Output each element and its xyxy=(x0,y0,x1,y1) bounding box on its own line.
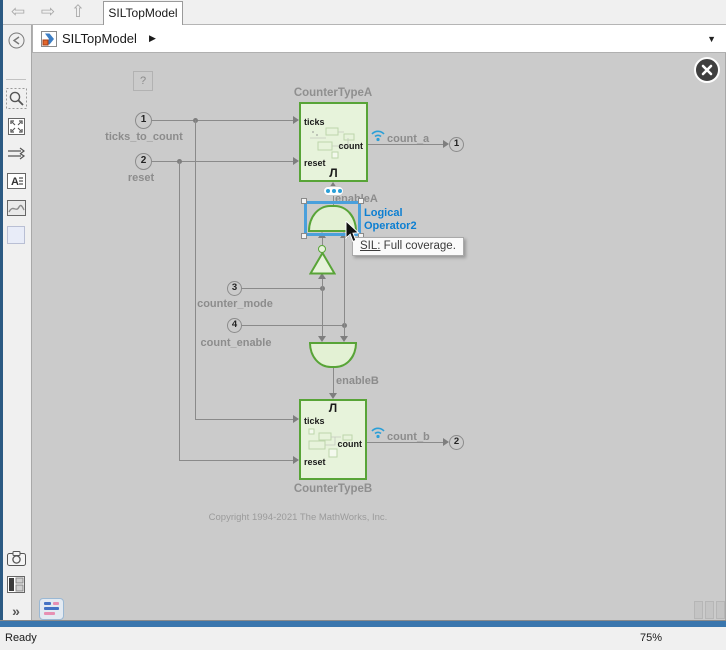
wire-mode-to-gate[interactable] xyxy=(322,288,323,336)
wire-reset-to-a[interactable] xyxy=(151,161,293,162)
dock-edge xyxy=(0,0,3,627)
breadcrumb-caret-icon[interactable]: ▶ xyxy=(149,33,156,44)
forward-icon[interactable]: ⇨ xyxy=(36,0,60,24)
model-browser-icon[interactable] xyxy=(5,573,27,595)
logical-operator2-label[interactable]: Logical Operator2 xyxy=(364,207,417,233)
wire-to-not[interactable] xyxy=(322,279,323,288)
wire-enable-to-op[interactable] xyxy=(344,238,345,325)
wire-counter-mode[interactable] xyxy=(241,288,322,289)
selection-handle[interactable] xyxy=(301,198,307,204)
status-bar: Ready 75% xyxy=(0,627,726,650)
inport-2[interactable]: 2 xyxy=(135,153,152,170)
wire-enable-to-gate[interactable] xyxy=(344,325,345,336)
zoom-tool-icon[interactable] xyxy=(5,87,27,109)
label-count-b: count_b xyxy=(387,431,430,443)
coverage-tooltip: SIL: Full coverage. xyxy=(352,237,464,256)
coverage-report-badge[interactable] xyxy=(39,598,64,620)
counter-a-title: CounterTypeA xyxy=(293,87,373,99)
window-accent-bar xyxy=(0,620,726,627)
zoom-level[interactable]: 75% xyxy=(640,632,662,644)
block-counter-type-a[interactable]: ticks reset count Л xyxy=(299,102,368,182)
breadcrumb-dropdown-icon[interactable]: ▼ xyxy=(707,34,716,44)
inport-4[interactable]: 4 xyxy=(227,318,242,333)
counter-b-title: CounterTypeB xyxy=(293,483,373,495)
label-enable-b: enableB xyxy=(336,375,379,387)
inport-1[interactable]: 1 xyxy=(135,112,152,129)
enable-port-symbol: Л xyxy=(328,401,338,415)
svg-text:A: A xyxy=(11,176,19,188)
breadcrumb-model-name[interactable]: SILTopModel xyxy=(62,31,137,46)
area-box-icon[interactable] xyxy=(5,224,27,246)
ellipsis-badge[interactable] xyxy=(323,186,344,196)
block-logical-operator[interactable] xyxy=(309,342,357,368)
port-label-ticks: ticks xyxy=(304,416,325,426)
wire-ticks-branch[interactable] xyxy=(195,120,196,419)
toolbar-separator xyxy=(6,79,26,80)
enable-port-symbol: Л xyxy=(329,166,338,180)
tab-bar: ⇦ ⇨ ⇧ SILTopModel xyxy=(0,0,726,25)
tooltip-text: Full coverage. xyxy=(380,240,456,252)
back-icon[interactable]: ⇦ xyxy=(6,0,30,24)
tab-siltopmodel[interactable]: SILTopModel xyxy=(103,1,183,25)
selection-handle[interactable] xyxy=(301,233,307,239)
close-icon[interactable] xyxy=(694,57,720,83)
label-count-enable: count_enable xyxy=(200,337,272,349)
up-icon[interactable]: ⇧ xyxy=(66,0,90,24)
wire-reset-to-b[interactable] xyxy=(179,460,293,461)
signal-routing-icon[interactable] xyxy=(5,143,27,165)
palette-toolbar: A » xyxy=(0,25,32,620)
expand-palette-icon[interactable]: » xyxy=(5,600,27,622)
help-badge-button[interactable]: ? xyxy=(133,71,153,91)
subsystem-preview xyxy=(308,428,353,458)
block-counter-type-b[interactable]: Л ticks reset count xyxy=(299,399,367,480)
subsystem-preview xyxy=(310,127,355,159)
selection-handle[interactable] xyxy=(358,198,364,204)
hide-palette-icon[interactable] xyxy=(5,29,27,51)
label-ticks-to-count: ticks_to_count xyxy=(105,131,183,143)
model-icon xyxy=(41,31,57,52)
wire-not-out[interactable] xyxy=(322,238,323,245)
breadcrumb-bar: SILTopModel ▶ ▼ xyxy=(32,25,726,53)
image-annotation-icon[interactable] xyxy=(5,197,27,219)
mouse-cursor xyxy=(345,221,360,243)
outport-1[interactable]: 1 xyxy=(449,137,464,152)
screenshot-camera-icon[interactable] xyxy=(5,547,27,569)
wire-count-enable[interactable] xyxy=(241,325,344,326)
block-not-operator[interactable] xyxy=(309,252,336,275)
logged-signal-icon[interactable] xyxy=(370,127,386,142)
tooltip-prefix: SIL: xyxy=(360,240,381,252)
status-text: Ready xyxy=(5,632,37,644)
annotation-icon[interactable]: A xyxy=(5,170,27,192)
wire-ticks-to-b[interactable] xyxy=(195,419,293,420)
fit-to-view-icon[interactable] xyxy=(5,115,27,137)
copyright-note: Copyright 1994-2021 The MathWorks, Inc. xyxy=(208,512,388,523)
logged-signal-icon[interactable] xyxy=(370,424,386,439)
scrollbar-corner[interactable] xyxy=(694,601,725,619)
label-reset: reset xyxy=(127,172,155,184)
model-canvas[interactable]: ? 1 2 3 4 1 2 ticks_to_count reset count… xyxy=(32,53,726,620)
outport-2[interactable]: 2 xyxy=(449,435,464,450)
wire-enable-b[interactable] xyxy=(333,368,334,393)
wire-ticks-to-a[interactable] xyxy=(151,120,294,121)
wire-reset-branch[interactable] xyxy=(179,161,180,460)
inport-3[interactable]: 3 xyxy=(227,281,242,296)
label-count-a: count_a xyxy=(387,133,430,145)
label-counter-mode: counter_mode xyxy=(197,298,273,310)
